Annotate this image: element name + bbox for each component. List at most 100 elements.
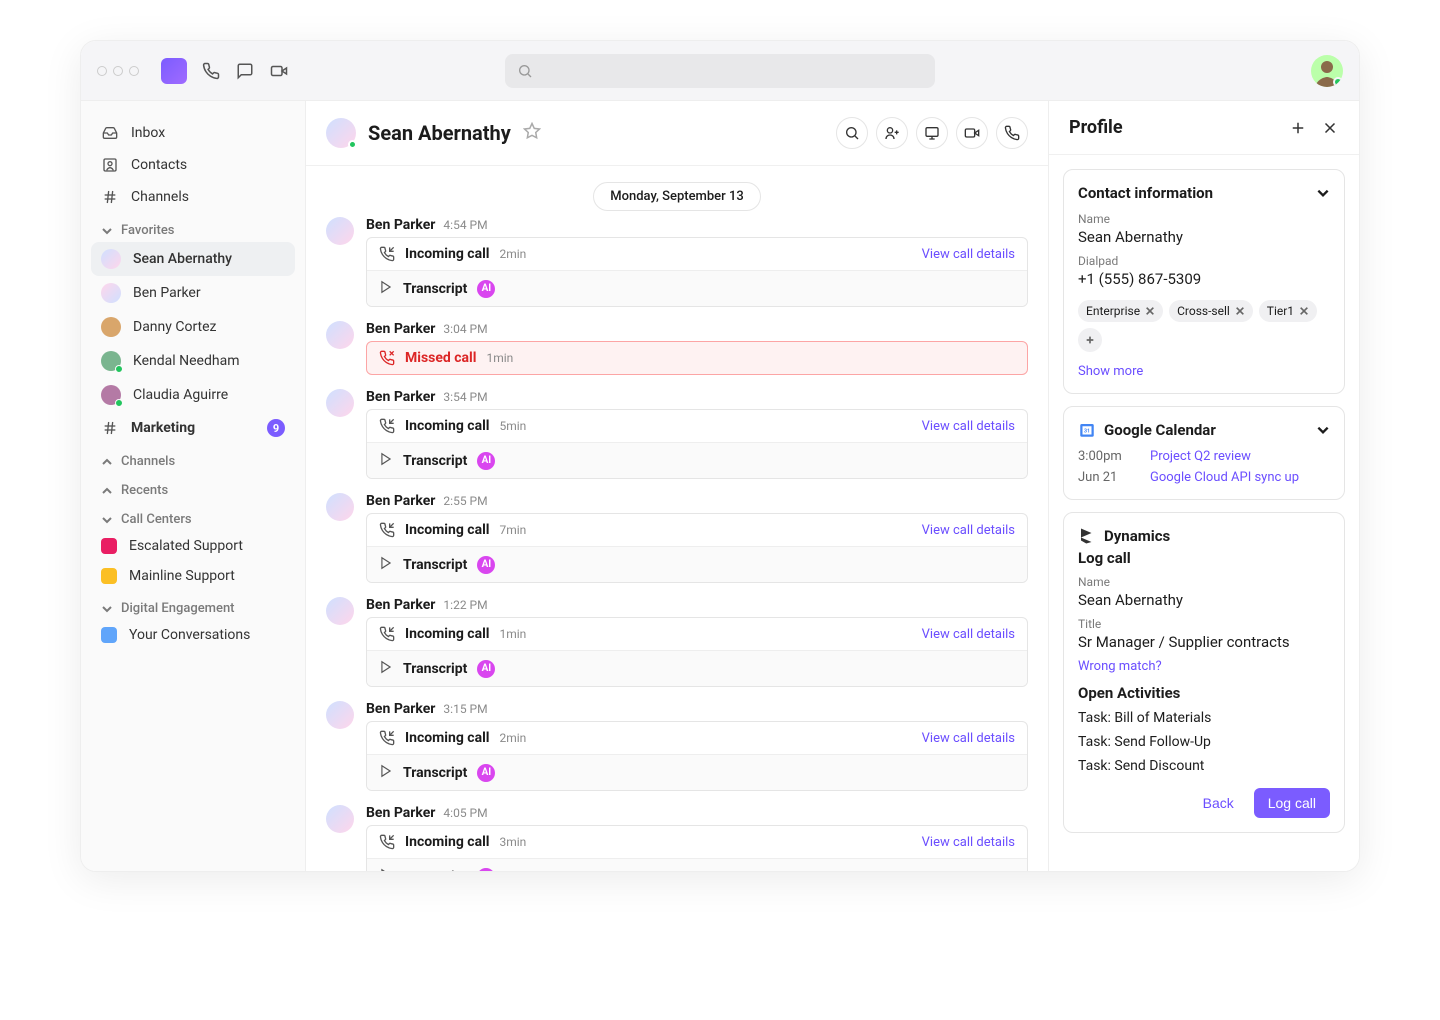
tags-container: Enterprise Cross-sell Tier1 [1078,300,1330,352]
nav-contacts[interactable]: Contacts [91,149,295,181]
section-callcenters[interactable]: Call Centers [91,502,295,531]
video-call-button[interactable] [956,117,988,149]
star-icon[interactable] [523,122,541,144]
event-time: 2:55 PM [443,494,487,508]
call-type-label: Incoming call [405,418,490,434]
call-duration: 2min [500,247,527,261]
favorite-danny-cortez[interactable]: Danny Cortez [91,310,295,344]
task-item[interactable]: Task: Send Follow-Up [1078,734,1330,750]
play-icon [379,279,393,298]
view-call-details-link[interactable]: View call details [922,835,1015,850]
contact-avatar [101,283,121,303]
contact-avatar [326,118,356,148]
contact-avatar [326,701,354,729]
conversation-header: Sean Abernathy [306,101,1048,166]
remove-tag-icon[interactable] [1235,306,1245,316]
call-card: Incoming call 3min View call details Tra… [366,825,1028,871]
favorite-ben-parker[interactable]: Ben Parker [91,276,295,310]
add-icon[interactable] [1289,119,1307,137]
chat-icon[interactable] [235,61,255,81]
call-summary-row[interactable]: Missed call 1min [367,342,1027,374]
conversation-actions [836,117,1028,149]
transcript-row[interactable]: Transcript AI [367,271,1027,306]
add-people-button[interactable] [876,117,908,149]
contact-information-card: Contact information Name Sean Abernathy … [1063,169,1345,394]
callcenter-escalated[interactable]: Escalated Support [91,531,295,561]
section-favorites[interactable]: Favorites [91,213,295,242]
view-call-details-link[interactable]: View call details [922,247,1015,262]
digital-conversations[interactable]: Your Conversations [91,620,295,650]
play-icon [379,659,393,678]
search-input[interactable] [505,54,935,88]
call-type-label: Missed call [405,350,476,366]
call-card: Incoming call 1min View call details Tra… [366,617,1028,687]
user-avatar[interactable] [1311,55,1343,87]
color-swatch [101,538,117,554]
call-duration: 7min [500,523,527,537]
video-icon[interactable] [269,61,289,81]
event-time: 3:04 PM [443,322,487,336]
view-call-details-link[interactable]: View call details [922,627,1015,642]
search-button[interactable] [836,117,868,149]
transcript-row[interactable]: Transcript AI [367,547,1027,582]
tag-tier1[interactable]: Tier1 [1259,300,1317,322]
section-recents[interactable]: Recents [91,473,295,502]
calendar-event[interactable]: Jun 21 Google Cloud API sync up [1078,470,1330,485]
wrong-match-link[interactable]: Wrong match? [1078,659,1330,674]
chevron-down-icon[interactable] [1316,423,1330,437]
view-call-details-link[interactable]: View call details [922,523,1015,538]
incoming-call-icon [379,246,395,262]
calendar-event[interactable]: 3:00pm Project Q2 review [1078,449,1330,464]
add-tag-button[interactable] [1078,328,1102,352]
window-controls[interactable] [97,66,139,76]
screen-share-button[interactable] [916,117,948,149]
chevron-down-icon[interactable] [1316,186,1330,200]
remove-tag-icon[interactable] [1299,306,1309,316]
favorite-sean-abernathy[interactable]: Sean Abernathy [91,242,295,276]
favorite-kendal-needham[interactable]: Kendal Needham [91,344,295,378]
call-summary-row[interactable]: Incoming call 2min View call details [367,722,1027,755]
incoming-call-icon [379,730,395,746]
call-summary-row[interactable]: Incoming call 5min View call details [367,410,1027,443]
show-more-link[interactable]: Show more [1078,364,1330,379]
brand-logo[interactable] [161,58,187,84]
voice-call-button[interactable] [996,117,1028,149]
section-digital[interactable]: Digital Engagement [91,591,295,620]
section-channels[interactable]: Channels [91,444,295,473]
contact-avatar [101,317,121,337]
transcript-row[interactable]: Transcript AI [367,443,1027,478]
favorite-claudia-aguirre[interactable]: Claudia Aguirre [91,378,295,412]
log-call-button[interactable]: Log call [1254,788,1330,818]
conversation-body[interactable]: Monday, September 13 Ben Parker 4:54 PM … [306,166,1048,871]
call-summary-row[interactable]: Incoming call 3min View call details [367,826,1027,859]
phone-icon[interactable] [201,61,221,81]
call-card: Incoming call 5min View call details Tra… [366,409,1028,479]
callcenter-mainline[interactable]: Mainline Support [91,561,295,591]
search-icon [517,63,533,79]
back-button[interactable]: Back [1193,788,1244,818]
view-call-details-link[interactable]: View call details [922,731,1015,746]
call-summary-row[interactable]: Incoming call 1min View call details [367,618,1027,651]
tag-enterprise[interactable]: Enterprise [1078,300,1163,322]
tag-cross-sell[interactable]: Cross-sell [1169,300,1253,322]
subheading: Log call [1078,549,1330,567]
call-summary-row[interactable]: Incoming call 2min View call details [367,238,1027,271]
remove-tag-icon[interactable] [1145,306,1155,316]
profile-header: Profile [1049,101,1359,155]
transcript-row[interactable]: Transcript AI [367,755,1027,790]
view-call-details-link[interactable]: View call details [922,419,1015,434]
nav-channels[interactable]: Channels [91,181,295,213]
task-item[interactable]: Task: Bill of Materials [1078,710,1330,726]
call-summary-row[interactable]: Incoming call 7min View call details [367,514,1027,547]
card-title: Contact information [1078,184,1213,202]
nav-inbox[interactable]: Inbox [91,117,295,149]
transcript-row[interactable]: Transcript AI [367,651,1027,686]
favorite-marketing[interactable]: Marketing 9 [91,412,295,444]
ai-badge: AI [477,280,495,298]
close-icon[interactable] [1321,119,1339,137]
google-calendar-icon: 31 [1078,421,1096,439]
call-type-label: Incoming call [405,626,490,642]
ai-badge: AI [477,868,495,872]
transcript-row[interactable]: Transcript AI [367,859,1027,871]
task-item[interactable]: Task: Send Discount [1078,758,1330,774]
